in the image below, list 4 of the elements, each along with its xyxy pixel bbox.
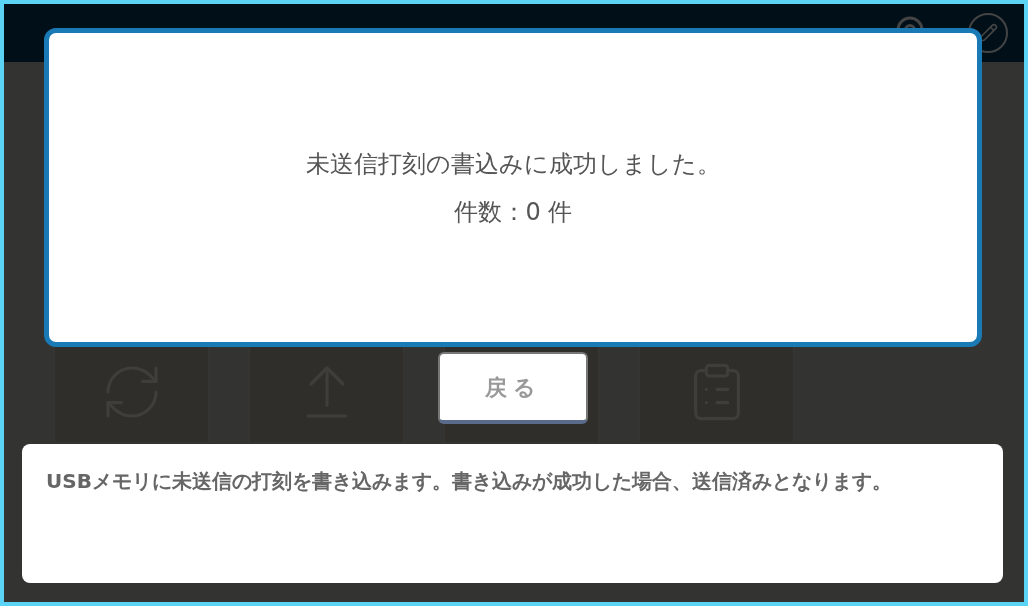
dialog-message: 未送信打刻の書込みに成功しました。	[305, 148, 721, 180]
back-button[interactable]: 戻る	[438, 352, 588, 424]
dialog-message: 件数：0 件	[453, 196, 573, 228]
help-text: USBメモリに未送信の打刻を書き込みます。書き込みが成功した場合、送信済みとなります。	[46, 468, 893, 495]
